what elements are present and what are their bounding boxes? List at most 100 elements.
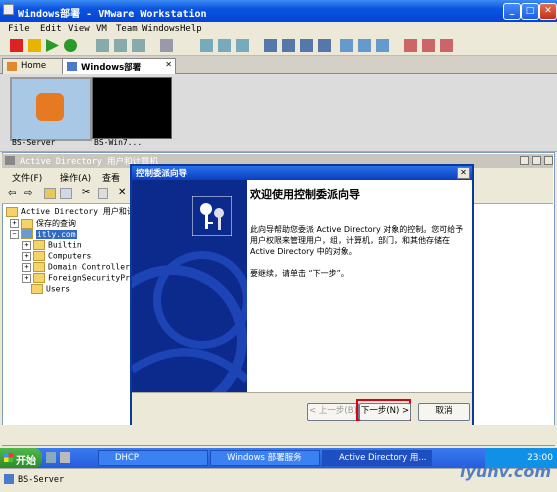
aduc-menu-file[interactable]: 文件(F): [12, 171, 42, 184]
cut-icon[interactable]: ✂: [82, 187, 90, 198]
start-button[interactable]: 开始: [0, 448, 42, 468]
replay-icon[interactable]: [422, 39, 435, 52]
folder-icon: [33, 240, 45, 250]
console-icon[interactable]: [236, 39, 249, 52]
vm-thumbnail-strip: BS-Server BS-Win7...: [0, 74, 557, 152]
expand-icon[interactable]: +: [22, 273, 31, 283]
summary-icon[interactable]: [200, 39, 213, 52]
menu-vm[interactable]: VM: [96, 24, 107, 34]
tab-windows-deploy-label: Windows部署: [81, 63, 142, 73]
tree-builtin[interactable]: + Builtin: [22, 240, 82, 250]
maximize-button[interactable]: □: [521, 3, 539, 20]
window-title: Windows部署 - VMware Workstation: [18, 9, 207, 20]
tree-users[interactable]: Users: [31, 284, 70, 294]
close-button[interactable]: ✕: [539, 3, 557, 20]
vmware-menu-bar: File Edit View VM Team Windows Help: [0, 22, 557, 36]
snapshot-icon[interactable]: [96, 39, 109, 52]
tree-computers-label: Computers: [48, 251, 92, 261]
thumbnail-label-bs-win7: BS-Win7...: [94, 138, 143, 147]
up-folder-icon[interactable]: [44, 188, 56, 199]
start-label: 开始: [16, 456, 36, 467]
aduc-minimize-button[interactable]: [520, 156, 529, 165]
tree-domain-label: itly.com: [36, 229, 77, 239]
full-screen-icon[interactable]: [264, 39, 277, 52]
expand-icon[interactable]: +: [10, 219, 19, 228]
wizard-content: 欢迎使用控制委派向导 此向导帮助您委派 Active Directory 对象的…: [247, 180, 472, 392]
aduc-close-button[interactable]: [544, 156, 553, 165]
power-off-icon[interactable]: [10, 39, 23, 52]
ou-icon: [33, 262, 45, 272]
favorites-icon[interactable]: [340, 39, 353, 52]
quick-launch-icon[interactable]: [46, 452, 56, 463]
aduc-menu-view[interactable]: 查看: [102, 171, 120, 184]
expand-icon[interactable]: +: [22, 251, 31, 261]
collapse-icon[interactable]: −: [10, 229, 19, 239]
menu-windows[interactable]: Windows: [142, 24, 180, 34]
vmware-logo-icon: [3, 4, 14, 15]
snapshot-manager-icon[interactable]: [132, 39, 145, 52]
wizard-banner: [132, 180, 247, 392]
show-tree-icon[interactable]: [60, 188, 72, 199]
folder-icon: [31, 284, 43, 294]
console-tree: Active Directory 用户和计算机 + 保存的查询 − itly.com…: [4, 204, 151, 432]
cancel-button[interactable]: 取消: [418, 403, 470, 421]
wizard-divider: [132, 392, 472, 393]
wizard-title: 控制委派向导: [136, 169, 188, 179]
taskbar-dhcp[interactable]: DHCP: [98, 450, 208, 466]
aduc-icon: [6, 206, 18, 217]
vmware-tab-strip: Home Windows部署 ✕: [0, 56, 557, 76]
appliance-icon[interactable]: [218, 39, 231, 52]
close-tab-icon[interactable]: ✕: [165, 60, 172, 69]
revert-snapshot-icon[interactable]: [114, 39, 127, 52]
pause-icon[interactable]: [28, 39, 41, 52]
unity-icon[interactable]: [300, 39, 313, 52]
delegation-wizard-dialog: 控制委派向导 ✕ 欢迎使用控制委派向导 此向导帮助您委派 Active Dire…: [130, 164, 474, 427]
capture-icon[interactable]: [440, 39, 453, 52]
home-icon: [7, 62, 17, 71]
vm-icon: [67, 62, 77, 71]
copy-icon[interactable]: [98, 188, 108, 199]
quick-launch-icon[interactable]: [60, 452, 70, 463]
expand-icon[interactable]: +: [22, 240, 31, 250]
tree-domain[interactable]: − itly.com: [10, 229, 77, 239]
next-button[interactable]: 下一步(N) >: [359, 403, 411, 421]
taskbar-aduc[interactable]: Active Directory 用...: [322, 450, 432, 466]
record-icon[interactable]: [404, 39, 417, 52]
menu-team[interactable]: Team: [116, 24, 138, 34]
fit-guest-icon[interactable]: [358, 39, 371, 52]
expand-icon[interactable]: +: [22, 262, 31, 272]
wizard-description: 此向导帮助您委派 Active Directory 对象的控制。您可给予用户权限…: [250, 225, 464, 256]
vmware-logo-icon: [36, 93, 64, 121]
status-vm-name: BS-Server: [18, 475, 65, 485]
menu-edit[interactable]: Edit: [40, 24, 62, 34]
wizard-title-bar: 控制委派向导 ✕: [132, 166, 472, 180]
menu-view[interactable]: View: [68, 24, 90, 34]
thumbnail-bs-win7[interactable]: [92, 77, 172, 139]
tree-domain-controllers[interactable]: + Domain Controllers: [22, 262, 135, 272]
team-icon[interactable]: [160, 39, 173, 52]
play-icon[interactable]: [46, 39, 59, 52]
tree-computers[interactable]: + Computers: [22, 251, 91, 261]
domain-icon: [21, 229, 33, 239]
forward-icon[interactable]: ⇨: [24, 188, 32, 199]
menu-help[interactable]: Help: [180, 24, 202, 34]
aduc-maximize-button[interactable]: [532, 156, 541, 165]
tree-saved-queries[interactable]: + 保存的查询: [10, 218, 76, 229]
tree-foreign-security[interactable]: + ForeignSecurityPrinc: [22, 273, 144, 283]
thumbnail-icon[interactable]: [318, 39, 331, 52]
fit-window-icon[interactable]: [376, 39, 389, 52]
taskbar-wds[interactable]: Windows 部署服务: [210, 450, 320, 466]
quick-switch-icon[interactable]: [282, 39, 295, 52]
delete-icon[interactable]: ✕: [118, 187, 126, 198]
wizard-close-button[interactable]: ✕: [457, 167, 470, 179]
tree-builtin-label: Builtin: [48, 240, 82, 250]
wizard-continue-text: 要继续，请单击 “下一步”。: [250, 269, 349, 278]
menu-file[interactable]: File: [8, 24, 30, 34]
minimize-button[interactable]: _: [503, 3, 521, 20]
thumbnail-label-bs-server: BS-Server: [12, 138, 56, 147]
aduc-menu-action[interactable]: 操作(A): [60, 171, 91, 184]
reset-icon[interactable]: [64, 39, 77, 52]
back-icon[interactable]: ⇦: [8, 188, 16, 199]
back-button[interactable]: < 上一步(B): [307, 403, 359, 421]
thumbnail-bs-server[interactable]: [10, 77, 92, 141]
